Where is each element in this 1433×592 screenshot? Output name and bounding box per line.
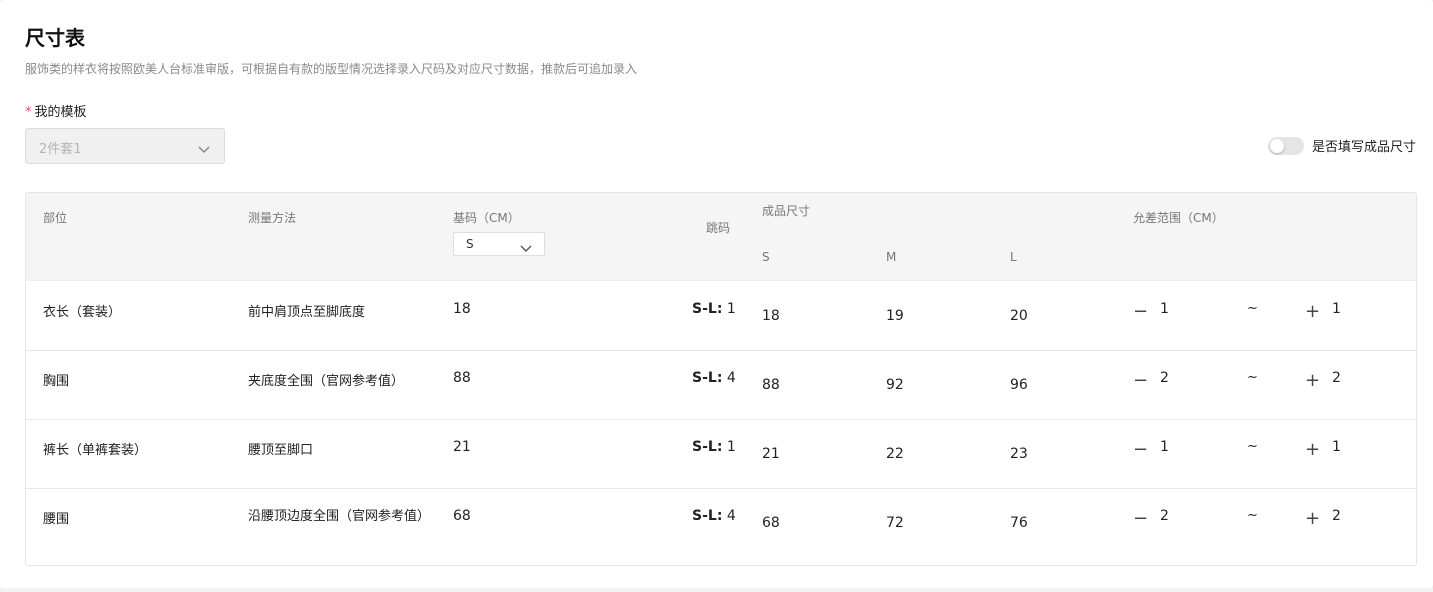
size-table: 部位 测量方法 基码（CM） S 跳码 成品尺寸 S M L 允差范围（CM） … xyxy=(25,192,1417,566)
size-chart-card: 尺寸表 服饰类的样衣将按照欧美人台标准审版，可根据自有款的版型情况选择录入尺码及… xyxy=(0,0,1433,588)
tolerance-plus: 2 xyxy=(1332,370,1341,386)
row-jump: S-L: 1 xyxy=(692,439,736,455)
plus-icon: + xyxy=(1305,301,1321,322)
row-method: 沿腰顶边度全围（官网参考值） xyxy=(248,509,431,524)
header-size-s: S xyxy=(762,250,770,264)
tolerance-plus: 1 xyxy=(1332,439,1341,455)
row-method: 前中肩顶点至脚底度 xyxy=(248,305,366,320)
row-part: 裤长（单裤套装） xyxy=(43,443,148,458)
jump-label: S-L: xyxy=(692,508,723,524)
base-size-value: S xyxy=(466,237,474,251)
row-base-value: 21 xyxy=(453,439,471,455)
header-method: 测量方法 xyxy=(248,211,297,225)
row-size-m: 22 xyxy=(886,446,904,462)
required-mark: * xyxy=(25,105,32,120)
base-size-select[interactable]: S xyxy=(453,232,545,256)
header-base: 基码（CM） xyxy=(453,211,520,225)
tolerance-minus: 2 xyxy=(1160,508,1169,524)
jump-label: S-L: xyxy=(692,439,723,455)
row-jump: S-L: 4 xyxy=(692,370,736,386)
table-row: 衣长（套装） 前中肩顶点至脚底度 18 S-L: 1 18 19 20 − 1 … xyxy=(26,281,1416,351)
row-size-s: 21 xyxy=(762,446,780,462)
tolerance-plus: 2 xyxy=(1332,508,1341,524)
jump-value: 1 xyxy=(726,439,736,455)
row-part: 胸围 xyxy=(43,374,70,389)
header-size-m: M xyxy=(886,250,897,264)
page-subtitle: 服饰类的样衣将按照欧美人台标准审版，可根据自有款的版型情况选择录入尺码及对应尺寸… xyxy=(25,62,638,76)
row-jump: S-L: 1 xyxy=(692,301,736,317)
chevron-down-icon xyxy=(198,140,210,159)
row-method: 夹底度全围（官网参考值） xyxy=(248,374,405,389)
table-row: 腰围 沿腰顶边度全围（官网参考值） 68 S-L: 4 68 72 76 − 2… xyxy=(26,489,1416,565)
plus-icon: + xyxy=(1305,439,1321,460)
row-size-l: 76 xyxy=(1010,515,1028,531)
minus-icon: − xyxy=(1133,439,1149,460)
header-finished: 成品尺寸 xyxy=(762,204,811,218)
jump-value: 4 xyxy=(726,370,736,386)
row-size-m: 72 xyxy=(886,515,904,531)
jump-label: S-L: xyxy=(692,370,723,386)
row-part: 衣长（套装） xyxy=(43,305,122,320)
tolerance-minus: 1 xyxy=(1160,439,1169,455)
template-select-value: 2件套1 xyxy=(39,142,82,157)
row-size-m: 92 xyxy=(886,377,904,393)
row-size-l: 23 xyxy=(1010,446,1028,462)
row-base-value: 18 xyxy=(453,301,471,317)
row-size-l: 96 xyxy=(1010,377,1028,393)
minus-icon: − xyxy=(1133,370,1149,391)
row-size-s: 88 xyxy=(762,377,780,393)
finished-size-toggle-group: 是否填写成品尺寸 xyxy=(1267,136,1416,155)
row-jump: S-L: 4 xyxy=(692,508,736,524)
page-title: 尺寸表 xyxy=(25,26,85,50)
row-base-value: 88 xyxy=(453,370,471,386)
row-size-l: 20 xyxy=(1010,308,1028,324)
minus-icon: − xyxy=(1133,301,1149,322)
tolerance-minus: 2 xyxy=(1160,370,1169,386)
header-size-l: L xyxy=(1010,250,1017,264)
chevron-down-icon xyxy=(520,239,532,258)
table-row: 裤长（单裤套装） 腰顶至脚口 21 S-L: 1 21 22 23 − 1 ~ … xyxy=(26,420,1416,489)
row-method: 腰顶至脚口 xyxy=(248,443,314,458)
plus-icon: + xyxy=(1305,370,1321,391)
tolerance-tilde: ~ xyxy=(1247,370,1258,385)
minus-icon: − xyxy=(1133,508,1149,529)
row-size-s: 68 xyxy=(762,515,780,531)
finished-size-toggle-label: 是否填写成品尺寸 xyxy=(1311,140,1416,155)
tolerance-minus: 1 xyxy=(1160,301,1169,317)
row-size-m: 19 xyxy=(886,308,904,324)
row-part: 腰围 xyxy=(43,512,70,527)
header-jump: 跳码 xyxy=(706,221,731,235)
template-select[interactable]: 2件套1 xyxy=(25,128,225,164)
header-part: 部位 xyxy=(43,211,68,225)
table-row: 胸围 夹底度全围（官网参考值） 88 S-L: 4 88 92 96 − 2 ~… xyxy=(26,351,1416,420)
jump-label: S-L: xyxy=(692,301,723,317)
template-label-text: 我的模板 xyxy=(34,105,87,120)
tolerance-tilde: ~ xyxy=(1247,439,1258,454)
jump-value: 4 xyxy=(726,508,736,524)
jump-value: 1 xyxy=(726,301,736,317)
header-tolerance: 允差范围（CM） xyxy=(1133,211,1224,225)
tolerance-plus: 1 xyxy=(1332,301,1341,317)
table-header: 部位 测量方法 基码（CM） S 跳码 成品尺寸 S M L 允差范围（CM） xyxy=(26,193,1416,281)
row-base-value: 68 xyxy=(453,508,471,524)
tolerance-tilde: ~ xyxy=(1247,508,1258,523)
finished-size-toggle[interactable] xyxy=(1267,136,1304,155)
row-size-s: 18 xyxy=(762,308,780,324)
tolerance-tilde: ~ xyxy=(1247,301,1258,316)
template-label: * 我的模板 xyxy=(25,101,87,120)
plus-icon: + xyxy=(1305,508,1321,529)
toggle-knob xyxy=(1269,138,1284,153)
